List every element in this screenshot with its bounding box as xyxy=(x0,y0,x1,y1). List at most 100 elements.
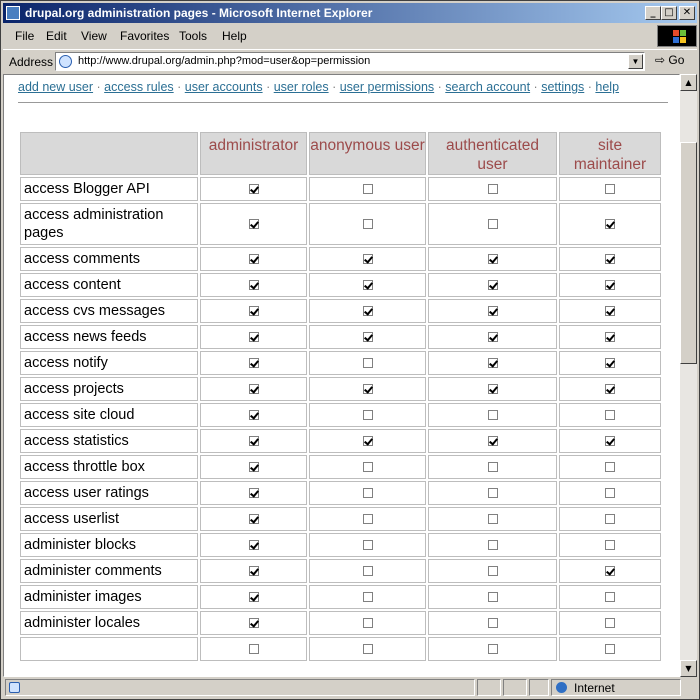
permission-checkbox[interactable] xyxy=(362,184,373,195)
permission-checkbox[interactable] xyxy=(487,566,498,577)
permission-checkbox[interactable] xyxy=(487,436,498,447)
permission-checkbox[interactable] xyxy=(605,410,615,421)
permission-checkbox[interactable] xyxy=(362,592,373,603)
permission-checkbox[interactable] xyxy=(605,462,615,473)
permission-checkbox[interactable] xyxy=(487,384,498,395)
permission-checkbox[interactable] xyxy=(248,566,259,577)
permission-checkbox[interactable] xyxy=(605,566,615,577)
permission-checkbox[interactable] xyxy=(362,488,373,499)
permission-checkbox[interactable] xyxy=(362,358,373,369)
permission-checkbox[interactable] xyxy=(362,332,373,343)
permission-checkbox[interactable] xyxy=(248,384,259,395)
permission-checkbox[interactable] xyxy=(487,618,498,629)
address-input[interactable]: http://www.drupal.org/admin.php?mod=user… xyxy=(55,52,645,71)
permission-checkbox[interactable] xyxy=(487,462,498,473)
permission-checkbox[interactable] xyxy=(605,488,615,499)
minimize-button[interactable]: _ xyxy=(645,6,661,20)
menu-edit[interactable]: Edit xyxy=(46,29,67,43)
ie-app-icon[interactable] xyxy=(6,6,20,20)
permission-checkbox[interactable] xyxy=(605,540,615,551)
permission-checkbox[interactable] xyxy=(248,462,259,473)
permission-checkbox[interactable] xyxy=(487,332,498,343)
title-bar[interactable]: drupal.org administration pages - Micros… xyxy=(3,3,697,23)
permission-checkbox[interactable] xyxy=(362,280,373,291)
permission-checkbox[interactable] xyxy=(248,436,259,447)
vertical-scrollbar[interactable]: ▲ ▼ xyxy=(680,74,697,677)
permission-checkbox[interactable] xyxy=(362,566,373,577)
permission-checkbox[interactable] xyxy=(248,219,259,230)
security-zone[interactable]: Internet xyxy=(551,679,681,696)
permission-checkbox[interactable] xyxy=(605,254,615,265)
nav-user-permissions[interactable]: user permissions xyxy=(340,80,434,94)
maximize-button[interactable]: □ xyxy=(661,6,677,20)
permission-checkbox[interactable] xyxy=(248,280,259,291)
permission-checkbox[interactable] xyxy=(362,384,373,395)
permission-checkbox[interactable] xyxy=(362,644,373,655)
permission-checkbox[interactable] xyxy=(487,306,498,317)
permission-checkbox[interactable] xyxy=(605,618,615,629)
permission-checkbox[interactable] xyxy=(487,514,498,525)
menu-view[interactable]: View xyxy=(81,29,107,43)
permission-checkbox[interactable] xyxy=(605,644,615,655)
address-url[interactable]: http://www.drupal.org/admin.php?mod=user… xyxy=(78,55,370,67)
permission-checkbox[interactable] xyxy=(362,436,373,447)
nav-add-new-user[interactable]: add new user xyxy=(18,80,93,94)
permission-checkbox[interactable] xyxy=(248,254,259,265)
permission-checkbox[interactable] xyxy=(362,306,373,317)
permission-checkbox[interactable] xyxy=(605,514,615,525)
menu-tools[interactable]: Tools xyxy=(179,29,207,43)
nav-access-rules[interactable]: access rules xyxy=(104,80,173,94)
permission-checkbox[interactable] xyxy=(487,358,498,369)
page-viewport[interactable]: add new user · access rules · user accou… xyxy=(3,74,680,677)
permission-checkbox[interactable] xyxy=(605,436,615,447)
nav-user-roles[interactable]: user roles xyxy=(274,80,329,94)
permission-checkbox[interactable] xyxy=(248,488,259,499)
permission-checkbox[interactable] xyxy=(605,384,615,395)
permission-checkbox[interactable] xyxy=(487,540,498,551)
permission-checkbox[interactable] xyxy=(362,219,373,230)
permission-checkbox[interactable] xyxy=(362,540,373,551)
nav-search-account[interactable]: search account xyxy=(445,80,530,94)
permission-checkbox[interactable] xyxy=(248,184,259,195)
permission-checkbox[interactable] xyxy=(362,514,373,525)
permission-checkbox[interactable] xyxy=(605,280,615,291)
nav-help[interactable]: help xyxy=(595,80,619,94)
address-dropdown-button[interactable]: ▼ xyxy=(628,54,643,69)
nav-settings[interactable]: settings xyxy=(541,80,584,94)
scroll-down-button[interactable]: ▼ xyxy=(680,660,697,677)
permission-checkbox[interactable] xyxy=(362,410,373,421)
permission-checkbox[interactable] xyxy=(487,219,498,230)
permission-checkbox[interactable] xyxy=(605,332,615,343)
permission-checkbox[interactable] xyxy=(248,644,259,655)
permission-checkbox[interactable] xyxy=(248,592,259,603)
permission-checkbox[interactable] xyxy=(362,618,373,629)
permission-checkbox[interactable] xyxy=(487,592,498,603)
permission-checkbox[interactable] xyxy=(487,254,498,265)
go-button[interactable]: ⇨ Go xyxy=(655,53,684,67)
permission-checkbox[interactable] xyxy=(487,410,498,421)
permission-checkbox[interactable] xyxy=(487,644,498,655)
menu-file[interactable]: File xyxy=(15,29,34,43)
permission-checkbox[interactable] xyxy=(605,306,615,317)
scroll-up-button[interactable]: ▲ xyxy=(680,74,697,91)
permission-checkbox[interactable] xyxy=(605,184,615,195)
permission-checkbox[interactable] xyxy=(248,410,259,421)
permission-checkbox[interactable] xyxy=(362,462,373,473)
permission-checkbox[interactable] xyxy=(487,280,498,291)
scroll-thumb[interactable] xyxy=(680,142,697,364)
permission-checkbox[interactable] xyxy=(248,618,259,629)
permission-checkbox[interactable] xyxy=(248,514,259,525)
permission-checkbox[interactable] xyxy=(605,592,615,603)
permission-checkbox[interactable] xyxy=(248,332,259,343)
permission-checkbox[interactable] xyxy=(248,306,259,317)
permission-checkbox[interactable] xyxy=(362,254,373,265)
close-button[interactable]: ✕ xyxy=(679,6,695,20)
permission-checkbox[interactable] xyxy=(248,358,259,369)
nav-user-accounts[interactable]: user accounts xyxy=(185,80,263,94)
menu-help[interactable]: Help xyxy=(222,29,247,43)
menu-favorites[interactable]: Favorites xyxy=(120,29,169,43)
permission-checkbox[interactable] xyxy=(605,358,615,369)
permission-checkbox[interactable] xyxy=(487,488,498,499)
permission-checkbox[interactable] xyxy=(487,184,498,195)
permission-checkbox[interactable] xyxy=(605,219,615,230)
